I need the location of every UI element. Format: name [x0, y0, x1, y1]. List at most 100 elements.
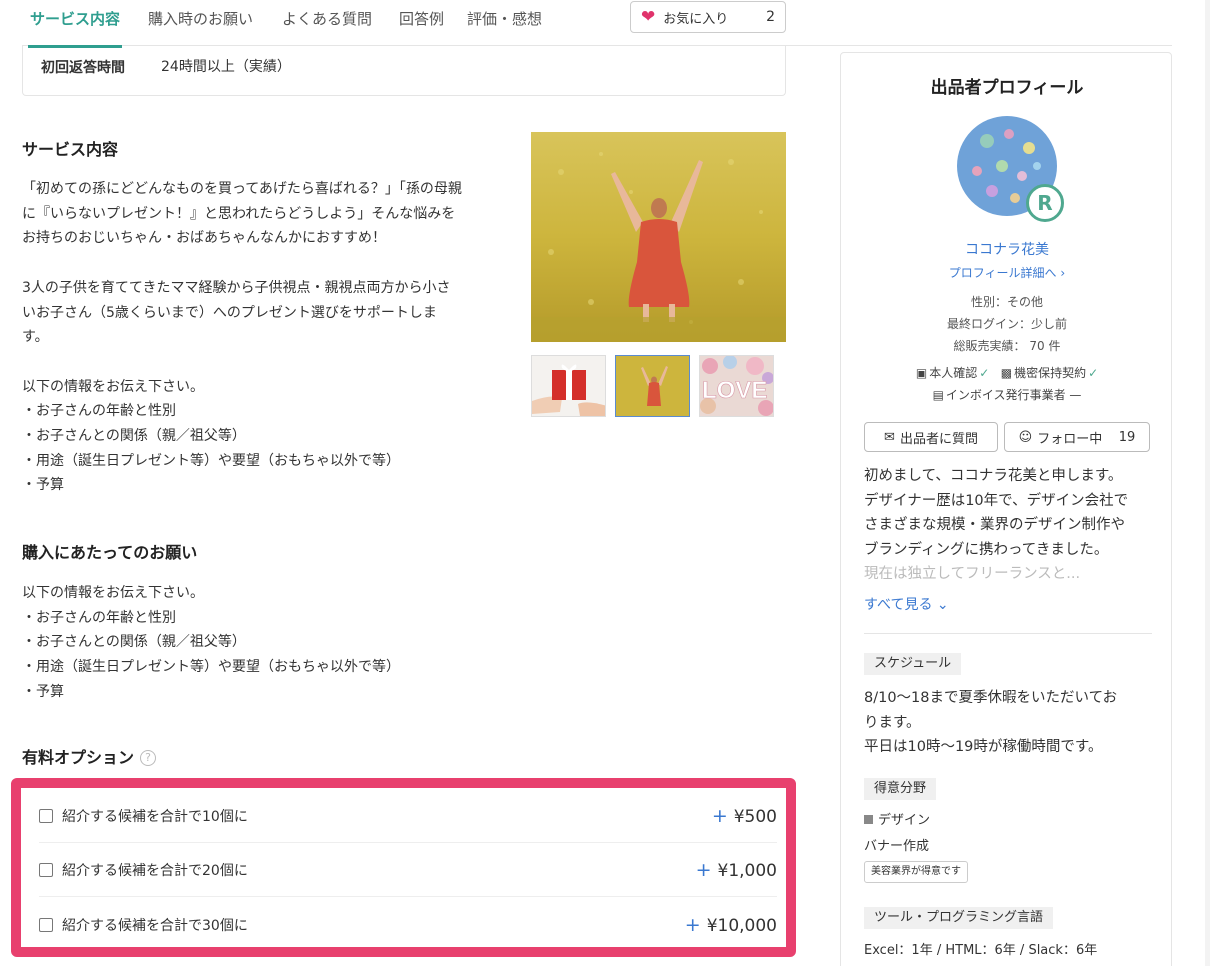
schedule-line: ります。 — [864, 714, 921, 731]
specialty-category: デザイン — [864, 809, 930, 828]
service-line: す。 — [22, 329, 49, 346]
tab-bar: サービス内容 購入時のお願い よくある質問 回答例 評価・感想 — [22, 0, 1172, 48]
request-heading: 購入にあたってのお願い — [22, 543, 198, 562]
favorite-label: お気に入り — [663, 11, 729, 27]
first-response-box: 初回返答時間 24時間以上（実績） — [22, 46, 786, 96]
service-line: 「初めての孫にどどんなものを買ってあげたら喜ばれる？」「孫の母親 — [22, 181, 462, 197]
plus-icon: + — [711, 805, 728, 827]
options-heading: 有料オプション? — [22, 744, 157, 768]
thumbnail-gift[interactable] — [531, 355, 606, 417]
divider — [864, 633, 1152, 634]
id-card-icon: ▣ — [915, 366, 928, 380]
tools-text: Excel：1年 / HTML：6年 / Slack：6年 — [864, 943, 1098, 958]
heart-icon: ❤ — [641, 6, 656, 27]
request-line: ・お子さんの年齢と性別 — [22, 609, 176, 626]
document-icon: ▤ — [932, 388, 944, 402]
service-description: 「初めての孫にどどんなものを買ってあげたら喜ばれる？」「孫の母親 に『いらないプ… — [22, 177, 512, 498]
tab-answer-examples[interactable]: 回答例 — [399, 8, 444, 46]
help-icon[interactable]: ? — [140, 750, 157, 766]
option-checkbox[interactable] — [39, 863, 53, 877]
service-line — [22, 350, 512, 375]
request-line: ・予算 — [22, 683, 64, 700]
specialty-tag: 得意分野 — [864, 778, 937, 800]
tab-faq[interactable]: よくある質問 — [282, 8, 372, 46]
seller-bio: 初めまして、ココナラ花美と申します。 デザイナー歴は10年で、デザイン会社で さ… — [864, 464, 1154, 587]
request-line: 以下の情報をお伝え下さい。 — [22, 585, 204, 601]
seller-gender: 性別：その他 — [970, 295, 1043, 309]
service-line — [22, 251, 512, 276]
service-line: ・予算 — [22, 477, 64, 494]
specialty-item: バナー作成 — [864, 839, 930, 854]
follow-count: 19 — [1118, 429, 1136, 445]
request-line: ・用途（誕生日プレゼント等）や要望（おもちゃ以外で等） — [22, 659, 400, 676]
plus-icon: + — [695, 859, 712, 881]
service-line: ・お子さんとの関係（親／祖父等） — [22, 428, 246, 445]
square-icon — [864, 815, 873, 824]
service-line: 3人の子供を育ててきたママ経験から子供視点・親視点両方から小さ — [22, 279, 451, 296]
nda-badge: 機密保持契約 — [1014, 366, 1087, 380]
thumbnail-love[interactable]: LOVE — [699, 355, 774, 417]
schedule-text: 8/10〜18まで夏季休暇をいただいてお ります。 平日は10時〜19時が稼働時… — [864, 686, 1117, 760]
option-checkbox[interactable] — [39, 809, 53, 823]
option-price-value: ¥500 — [733, 807, 777, 827]
check-icon: ✓ — [979, 366, 990, 380]
service-heading: サービス内容 — [22, 140, 119, 159]
schedule-line: 平日は10時〜19時が稼働時間です。 — [864, 739, 1103, 756]
service-line: 以下の情報をお伝え下さい。 — [22, 378, 204, 395]
invoice-badge-row: ▤ インボイス発行事業者 — — [841, 386, 1173, 403]
option-checkbox[interactable] — [39, 917, 53, 932]
identity-badge: 本人確認 — [929, 366, 978, 380]
thumbnail-field[interactable] — [615, 355, 690, 417]
option-price: + ¥10,000 — [685, 914, 777, 936]
bio-line: さまざまな規模・業界のデザイン制作や — [864, 517, 1125, 534]
rank-badge: R — [1026, 184, 1064, 222]
plus-icon: + — [684, 913, 701, 936]
specialty-chip: 美容業界が得意です — [864, 861, 968, 883]
service-line: ・お子さんの年齢と性別 — [22, 403, 176, 420]
tab-purchase-request[interactable]: 購入時のお願い — [148, 8, 253, 46]
service-line: お持ちのおじいちゃん・おばあちゃんなんかにおすすめ！ — [22, 230, 386, 247]
lock-icon: ▩ — [1000, 366, 1013, 380]
service-line: に『いらないプレゼント！』と思われたらどうしよう」そんな悩みを — [22, 205, 456, 222]
page-scrollbar[interactable] — [1205, 0, 1210, 966]
profile-detail-text: プロフィール詳細へ — [948, 266, 1057, 280]
love-text: LOVE — [702, 377, 767, 404]
seller-last-login: 最終ログイン：少し前 — [946, 317, 1067, 331]
invoice-badge: インボイス発行事業者 — [945, 388, 1066, 402]
flower-field-photo — [531, 132, 786, 342]
favorite-button[interactable]: ❤ お気に入り 2 — [630, 1, 786, 33]
seller-profile-card: 出品者プロフィール R ココナラ花美 プロフィール詳細へ › 性別：その他 最終… — [840, 52, 1172, 966]
option-row[interactable]: 紹介する候補を合計で10個に + ¥500 — [39, 790, 777, 843]
see-all-link[interactable]: すべて見る ⌄ — [864, 594, 949, 614]
option-price-value: ¥1,000 — [717, 861, 777, 881]
option-price-value: ¥10,000 — [706, 915, 777, 936]
follow-button[interactable]: ☺ フォロー中 19 — [1004, 422, 1150, 452]
option-row[interactable]: 紹介する候補を合計で20個に + ¥1,000 — [39, 844, 777, 897]
option-row[interactable]: 紹介する候補を合計で30個に + ¥10,000 — [39, 898, 777, 951]
tab-reviews[interactable]: 評価・感想 — [467, 8, 542, 46]
chevron-down-icon: ⌄ — [936, 597, 949, 613]
first-response-label: 初回返答時間 — [41, 60, 125, 76]
option-label: 紹介する候補を合計で30個に — [62, 917, 248, 934]
see-all-text: すべて見る — [864, 597, 933, 613]
service-line: いお子さん（5歳くらいまで）へのプレゼント選びをサポートしま — [22, 304, 437, 321]
bio-line: ブランディングに携わってきました。 — [864, 541, 1109, 558]
seller-name[interactable]: ココナラ花美 — [841, 239, 1173, 259]
paid-options-highlight: 紹介する候補を合計で10個に + ¥500 紹介する候補を合計で20個に + ¥1,… — [11, 778, 796, 957]
verification-badges: ▣ 本人確認 ✓ ▩ 機密保持契約 ✓ — [841, 364, 1173, 381]
first-response-value: 24時間以上（実績） — [161, 59, 291, 75]
tab-service[interactable]: サービス内容 — [27, 8, 123, 48]
seller-sales: 総販売実績： 70 件 — [953, 339, 1061, 353]
main-service-image[interactable] — [531, 132, 786, 342]
option-label: 紹介する候補を合計で10個に — [62, 809, 248, 825]
options-heading-text: 有料オプション — [22, 748, 135, 767]
flower-field-thumbnail — [616, 356, 689, 416]
option-label: 紹介する候補を合計で20個に — [62, 863, 248, 879]
profile-title: 出品者プロフィール — [930, 78, 1084, 98]
request-description: 以下の情報をお伝え下さい。 ・お子さんの年齢と性別 ・お子さんとの関係（親／祖父… — [22, 581, 512, 705]
option-price: + ¥500 — [712, 805, 777, 827]
ask-seller-button[interactable]: ✉ 出品者に質問 — [864, 422, 998, 452]
specialty-category-text: デザイン — [878, 813, 931, 828]
bio-line: デザイナー歴は10年で、デザイン会社で — [864, 492, 1129, 509]
profile-detail-link[interactable]: プロフィール詳細へ › — [841, 264, 1173, 281]
